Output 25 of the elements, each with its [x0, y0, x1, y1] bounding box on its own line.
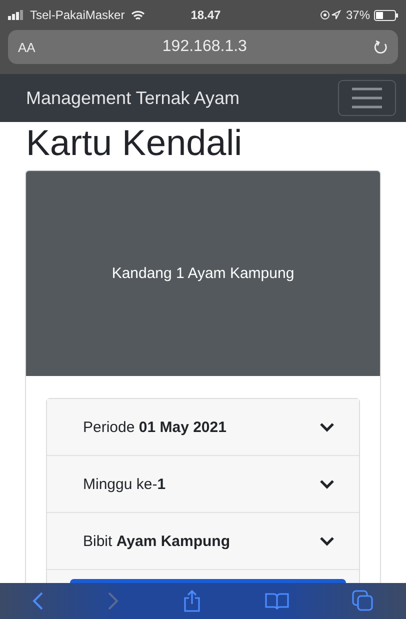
- reload-icon[interactable]: [374, 39, 388, 55]
- brand-link[interactable]: Management Ternak Ayam: [26, 88, 240, 108]
- book-icon[interactable]: [264, 592, 289, 610]
- chevron-icon: [319, 421, 335, 433]
- url-text: 192.168.1.3: [161, 38, 248, 56]
- wifi-icon: [130, 10, 145, 20]
- card-title: Kandang 1 Ayam Kampung: [112, 265, 294, 282]
- signal-icon: [8, 10, 24, 20]
- menu-button[interactable]: [338, 80, 396, 116]
- carrier-name: Tsel-PakaiMasker: [30, 8, 125, 22]
- battery-percent: 37%: [346, 8, 370, 22]
- address-bar[interactable]: AA 192.168.1.3: [8, 30, 398, 64]
- menu-icon: [352, 87, 382, 109]
- tabs-icon[interactable]: [352, 590, 374, 612]
- battery-icon: [374, 10, 398, 20]
- location-icon: [320, 10, 342, 20]
- text-size-button[interactable]: AA: [18, 40, 36, 54]
- page-title: Kartu Kendali: [26, 122, 244, 164]
- back-icon[interactable]: [32, 591, 44, 611]
- clock-time: 18.47: [190, 8, 221, 22]
- share-icon[interactable]: [182, 590, 201, 612]
- forward-icon: [107, 591, 120, 611]
- chevron-icon: [319, 478, 335, 490]
- accordion-item[interactable]: Periode 01 May 2021: [47, 399, 359, 456]
- chevron-icon: [319, 535, 335, 547]
